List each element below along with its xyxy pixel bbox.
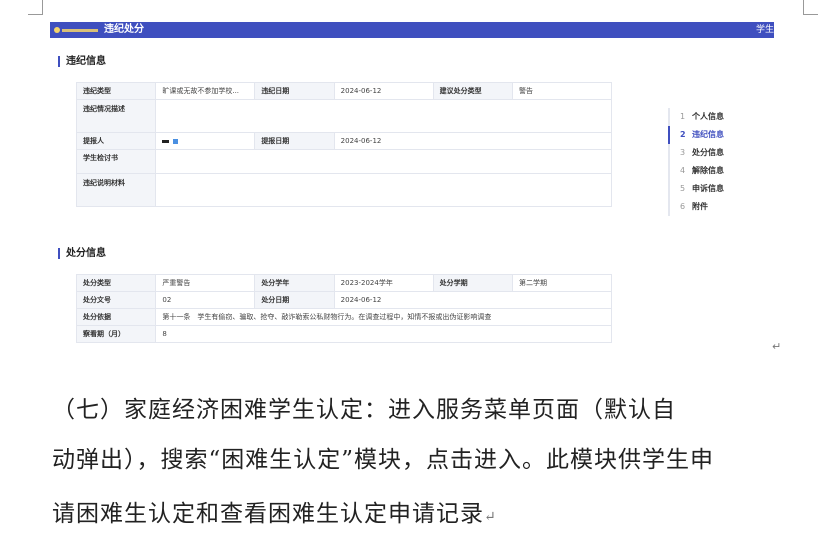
- page-corner-mark-right: [803, 0, 818, 15]
- table-row: 违纪说明材料: [75, 173, 612, 207]
- table-row: 处分类型 严重警告 处分学年 2023-2024学年 处分学期 第二学期: [75, 274, 613, 292]
- punish-type-label: 处分类型: [75, 274, 157, 292]
- punish-basis-value: 第十一条 学生有偷窃、骗取、抢夺、敲诈勒索公私财物行为。在调查过程中，知情不报或…: [155, 308, 612, 326]
- step-appeal-info[interactable]: 5 申诉信息: [668, 180, 768, 198]
- table-row: 违纪类型 旷课或无故不参加学校... 违纪日期 2024-06-12 建议处分类…: [75, 82, 613, 100]
- violation-type-value: 旷课或无故不参加学校...: [155, 82, 256, 100]
- app-topbar: 违纪处分 学生: [50, 22, 774, 38]
- punish-section-title: 处分信息: [58, 248, 106, 259]
- step-personal-info[interactable]: 1 个人信息: [668, 108, 768, 126]
- probation-period-label: 察看期（月）: [75, 325, 157, 343]
- reporter-label: 提报人: [75, 132, 157, 150]
- report-date-label: 提报日期: [254, 132, 335, 150]
- punish-doc-value: 02: [155, 291, 256, 309]
- step-release-info[interactable]: 4 解除信息: [668, 162, 768, 180]
- reporter-redacted-mark: [162, 139, 179, 144]
- table-row: 违纪情况描述: [75, 99, 612, 133]
- material-label: 违纪说明材料: [75, 173, 157, 207]
- school-logo: [54, 26, 98, 34]
- violation-desc-label: 违纪情况描述: [75, 99, 157, 133]
- step-navigation: 1 个人信息 2 违纪信息 3 处分信息 4 解除信息 5 申诉信息 6 附件: [668, 108, 768, 216]
- suggest-type-value: 警告: [511, 82, 613, 100]
- table-row: 处分文号 02 处分日期 2024-06-12: [75, 291, 613, 309]
- topbar-user-text: 学生: [755, 25, 774, 35]
- punish-date-value: 2024-06-12: [333, 291, 613, 309]
- punish-basis-label: 处分依据: [75, 308, 157, 326]
- body-paragraph-line-3: 请困难生认定和查看困难生认定申请记录↵: [52, 501, 497, 527]
- punish-year-label: 处分学年: [254, 274, 335, 292]
- probation-period-value: 8: [155, 325, 612, 343]
- violation-date-label: 违纪日期: [254, 82, 335, 100]
- reporter-value: [155, 132, 256, 150]
- violation-desc-value: [155, 99, 612, 133]
- student-review-label: 学生检讨书: [75, 149, 157, 174]
- punish-term-value: 第二学期: [511, 274, 613, 292]
- table-row: 察看期（月） 8: [75, 325, 612, 343]
- body-paragraph-line-1: （七）家庭经济困难学生认定：进入服务菜单页面（默认自: [52, 397, 676, 423]
- punish-term-label: 处分学期: [432, 274, 513, 292]
- punish-type-value: 严重警告: [155, 274, 256, 292]
- student-review-value: [155, 149, 612, 174]
- table-row: 处分依据 第十一条 学生有偷窃、骗取、抢夺、敲诈勒索公私财物行为。在调查过程中，…: [75, 308, 612, 326]
- violation-section-title: 违纪信息: [58, 56, 106, 67]
- paragraph-mark-icon: ↵: [772, 340, 782, 353]
- page-corner-mark-left: [28, 0, 43, 15]
- table-row: 学生检讨书: [75, 149, 612, 174]
- punish-year-value: 2023-2024学年: [333, 274, 434, 292]
- suggest-type-label: 建议处分类型: [432, 82, 513, 100]
- step-attachment[interactable]: 6 附件: [668, 198, 768, 216]
- app-title: 违纪处分: [104, 24, 144, 35]
- step-violation-info[interactable]: 2 违纪信息: [668, 126, 768, 144]
- violation-type-label: 违纪类型: [75, 82, 157, 100]
- paragraph-end-mark-icon: ↵: [484, 509, 497, 525]
- report-date-value: 2024-06-12: [333, 132, 613, 150]
- punish-doc-label: 处分文号: [75, 291, 157, 309]
- step-punish-info[interactable]: 3 处分信息: [668, 144, 768, 162]
- body-paragraph-line-2: 动弹出），搜索“困难生认定”模块，点击进入。此模块供学生申: [52, 447, 715, 473]
- violation-date-value: 2024-06-12: [333, 82, 434, 100]
- punish-date-label: 处分日期: [254, 291, 335, 309]
- material-value: [155, 173, 612, 207]
- embedded-screenshot: 违纪处分 学生 违纪信息 违纪类型 旷课或无故不参加学校... 违纪日期 202…: [50, 22, 774, 354]
- table-row: 提报人 提报日期 2024-06-12: [75, 132, 613, 150]
- violation-info-table: 违纪类型 旷课或无故不参加学校... 违纪日期 2024-06-12 建议处分类…: [75, 82, 613, 207]
- punish-info-table: 处分类型 严重警告 处分学年 2023-2024学年 处分学期 第二学期 处分文…: [75, 274, 613, 343]
